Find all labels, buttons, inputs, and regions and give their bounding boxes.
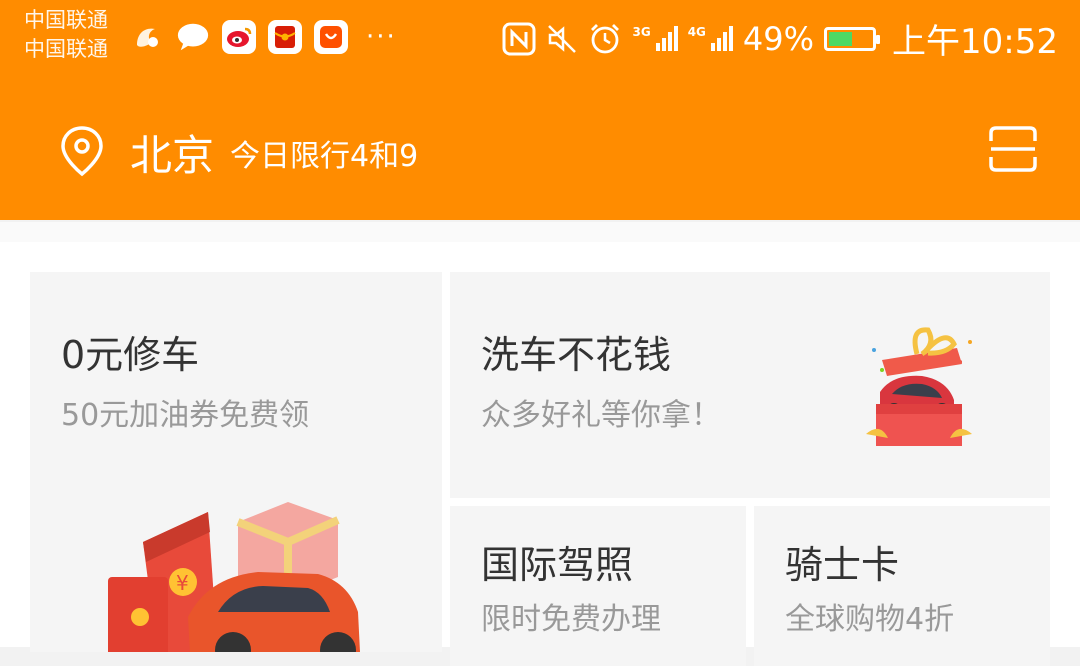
free-repair-card[interactable]: 0元修车 50元加油券免费领 ¥ — [30, 272, 442, 652]
svg-text:¥: ¥ — [176, 571, 189, 595]
card-subtitle: 限时免费办理 — [481, 602, 661, 637]
red-envelope-car-illustration: ¥ — [108, 502, 360, 652]
weibo-icon — [222, 20, 256, 54]
location-selector[interactable]: 北京 今日限行4和9 — [58, 122, 418, 183]
uc-browser-icon — [130, 20, 164, 54]
card-title: 0元修车 — [61, 333, 200, 377]
card-title: 洗车不花钱 — [481, 333, 672, 377]
services-grid: 0元修车 50元加油券免费领 ¥ 洗车不花钱 众多好礼等你拿！ 国际驾照 限时免… — [0, 242, 1080, 666]
battery-percent: 49% — [742, 19, 815, 58]
message-bubble-icon — [176, 20, 210, 54]
section-divider — [0, 222, 1080, 242]
knight-card[interactable]: 骑士卡 全球购物4折 — [754, 506, 1050, 666]
alarm-icon — [588, 22, 622, 56]
red-envelope-app-icon — [268, 20, 302, 54]
nfc-icon — [502, 22, 536, 56]
more-notifications-indicator: ··· — [366, 22, 397, 52]
card-subtitle: 全球购物4折 — [785, 602, 955, 637]
card-subtitle: 50元加油券免费领 — [61, 398, 310, 433]
location-pin-icon — [58, 124, 106, 182]
app-header: 中国联通 中国联通 ··· 3G 4G 49% 上午10:52 北京 今日限行4… — [0, 0, 1080, 220]
signal-3g-icon: 3G — [632, 26, 678, 51]
shopping-app-icon — [314, 20, 348, 54]
city-name: 北京 — [130, 131, 215, 180]
gift-box-car-illustration — [866, 327, 972, 446]
carrier-labels: 中国联通 中国联通 — [24, 6, 108, 64]
notification-icons: ··· — [130, 20, 397, 54]
scan-icon[interactable] — [988, 125, 1038, 177]
battery-icon — [824, 26, 881, 51]
card-title: 骑士卡 — [785, 543, 900, 587]
card-title: 国际驾照 — [481, 543, 634, 587]
signal-4g-icon: 4G — [688, 26, 733, 51]
traffic-restriction: 今日限行4和9 — [230, 138, 419, 174]
car-wash-card[interactable]: 洗车不花钱 众多好礼等你拿！ — [450, 272, 1050, 498]
status-time: 上午10:52 — [892, 22, 1058, 62]
carrier-1: 中国联通 — [24, 8, 108, 32]
mute-icon — [546, 23, 578, 55]
international-license-card[interactable]: 国际驾照 限时免费办理 — [450, 506, 746, 666]
system-status: 3G 4G 49% 上午10:52 — [502, 14, 1058, 63]
card-subtitle: 众多好礼等你拿！ — [481, 398, 721, 433]
carrier-2: 中国联通 — [24, 37, 108, 61]
